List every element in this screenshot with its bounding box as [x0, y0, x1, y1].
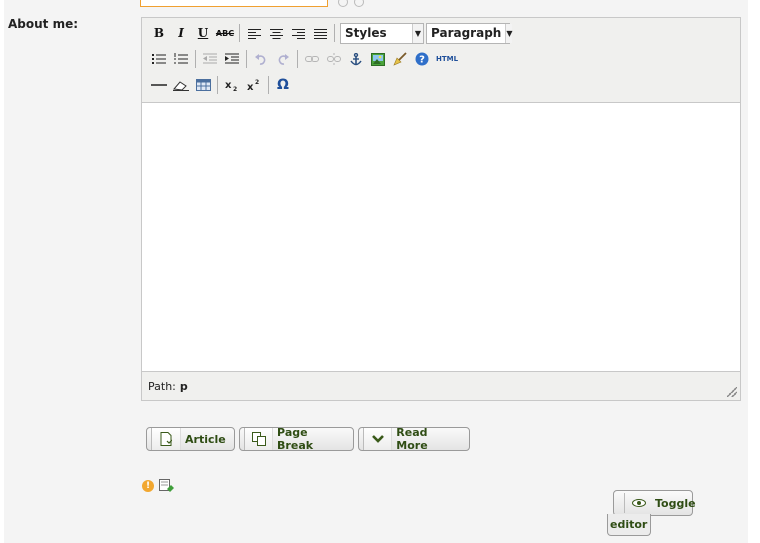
status-icons: !	[142, 479, 175, 492]
page-break-button[interactable]: Page Break	[239, 426, 354, 452]
svg-text:x: x	[247, 82, 254, 91]
broom-icon	[393, 52, 407, 66]
edit-document-icon	[159, 479, 174, 492]
chevron-down-icon: ▼	[412, 23, 423, 43]
article-button[interactable]: Article	[146, 427, 235, 451]
outdent-icon	[203, 53, 217, 64]
toolbar-separator	[217, 76, 218, 94]
superscript-button[interactable]: x2	[243, 75, 265, 95]
page-break-button-label: Page Break	[277, 426, 314, 452]
input-decoration	[338, 0, 388, 7]
align-left-icon	[247, 28, 261, 39]
subscript-button[interactable]: x2	[221, 75, 243, 95]
toolbar-separator	[239, 24, 240, 42]
bold-button[interactable]: B	[148, 23, 170, 43]
toggle-editor-button[interactable]: Toggle	[613, 490, 696, 516]
insert-link-button[interactable]	[301, 49, 323, 69]
align-justify-button[interactable]	[309, 23, 331, 43]
path-label: Path:	[148, 379, 176, 393]
insert-image-button[interactable]	[367, 49, 389, 69]
toolbar-row-1: B I U ABC Styles ▼ Paragraph ▼	[148, 22, 513, 44]
eraser-icon	[173, 81, 189, 91]
cleanup-button[interactable]	[389, 49, 411, 69]
horizontal-rule-button[interactable]	[148, 75, 170, 95]
outdent-button[interactable]	[199, 49, 221, 69]
svg-text:2: 2	[233, 86, 237, 91]
resize-handle[interactable]	[727, 387, 737, 397]
bullet-list-icon	[152, 54, 166, 64]
align-justify-icon	[313, 28, 327, 39]
toolbar-row-2: ? HTML	[148, 48, 461, 70]
styles-select-value: Styles	[345, 26, 387, 40]
subscript-icon: x2	[225, 80, 237, 91]
editor-status-bar: Path: p	[142, 372, 740, 400]
bullet-list-button[interactable]	[148, 49, 170, 69]
align-left-button[interactable]	[243, 23, 265, 43]
page-break-icon	[244, 428, 274, 450]
styles-select[interactable]: Styles ▼	[340, 22, 424, 44]
remove-format-button[interactable]	[170, 75, 192, 95]
article-button-label: Article	[185, 432, 226, 446]
redo-icon	[278, 54, 289, 65]
article-icon	[151, 428, 181, 450]
superscript-icon: x2	[247, 79, 259, 91]
link-icon	[305, 56, 319, 62]
toolbar-separator	[297, 50, 298, 68]
indent-button[interactable]	[221, 49, 243, 69]
italic-button[interactable]: I	[170, 23, 192, 43]
about-me-label: About me:	[8, 17, 79, 31]
rich-text-editor: B I U ABC Styles ▼ Paragraph ▼ ? HTML x …	[141, 17, 741, 401]
svg-text:x: x	[225, 80, 232, 91]
unlink-icon	[327, 53, 341, 65]
toolbar-separator	[268, 76, 269, 94]
underline-button[interactable]: U	[192, 23, 214, 43]
unlink-button[interactable]	[323, 49, 345, 69]
align-center-button[interactable]	[265, 23, 287, 43]
align-right-button[interactable]	[287, 23, 309, 43]
undo-button[interactable]	[250, 49, 272, 69]
warning-icon: !	[142, 479, 154, 492]
svg-text:?: ?	[419, 55, 425, 66]
help-icon: ?	[415, 52, 429, 66]
eye-icon	[624, 493, 653, 513]
table-icon	[195, 79, 211, 91]
editor-content-area[interactable]	[142, 102, 740, 372]
image-icon	[371, 52, 385, 66]
read-more-button-label: Read More	[396, 426, 428, 452]
horizontal-rule-icon	[151, 84, 167, 86]
text-input[interactable]	[140, 0, 328, 7]
toolbar-row-3: x2 x2 Ω	[148, 74, 294, 96]
toolbar-separator	[246, 50, 247, 68]
help-button[interactable]: ?	[411, 49, 433, 69]
toggle-editor-button-continued[interactable]: editor	[607, 514, 651, 536]
toolbar-separator	[195, 50, 196, 68]
html-source-button[interactable]: HTML	[433, 49, 461, 69]
chevron-down-icon	[363, 428, 393, 450]
anchor-button[interactable]	[345, 49, 367, 69]
redo-button[interactable]	[272, 49, 294, 69]
svg-text:2: 2	[255, 79, 259, 86]
indent-icon	[225, 53, 239, 64]
toolbar-separator	[334, 24, 335, 42]
strikethrough-button[interactable]: ABC	[214, 23, 236, 43]
toggle-editor-label-line2: editor	[610, 518, 648, 531]
chevron-down-icon: ▼	[505, 23, 513, 43]
format-select[interactable]: Paragraph ▼	[426, 22, 513, 44]
numbered-list-icon	[174, 53, 188, 64]
editor-extension-buttons: Article Page Break Read More	[146, 426, 470, 452]
undo-icon	[255, 54, 266, 65]
read-more-button[interactable]: Read More	[358, 426, 470, 452]
align-right-icon	[291, 28, 305, 39]
special-character-button[interactable]: Ω	[272, 75, 294, 95]
path-element[interactable]: p	[180, 380, 188, 393]
numbered-list-button[interactable]	[170, 49, 192, 69]
format-select-value: Paragraph	[431, 26, 502, 40]
insert-table-button[interactable]	[192, 75, 214, 95]
toggle-editor-label: Toggle	[655, 497, 696, 510]
anchor-icon	[350, 52, 362, 65]
align-center-icon	[269, 28, 283, 39]
